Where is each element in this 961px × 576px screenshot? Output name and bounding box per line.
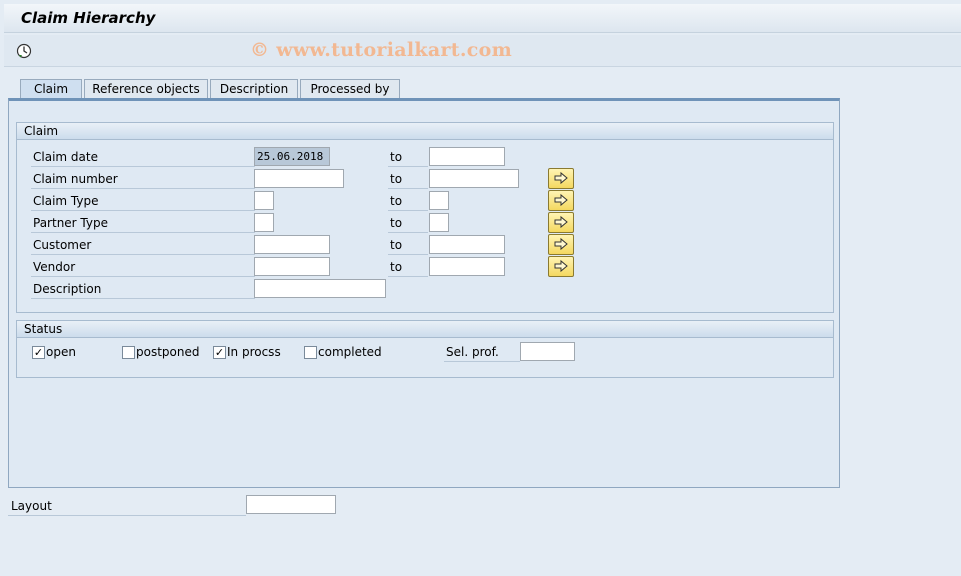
- layout-input[interactable]: [246, 495, 336, 514]
- to-label: to: [388, 257, 428, 277]
- sel-prof-input[interactable]: [520, 342, 575, 361]
- partner-type-from-input[interactable]: [254, 213, 274, 232]
- vendor-to-input[interactable]: [429, 257, 505, 276]
- open-checkbox-label: open: [46, 345, 76, 359]
- group-title: Status: [17, 321, 833, 338]
- customer-label: Customer: [31, 235, 255, 255]
- to-label: to: [388, 169, 428, 189]
- partner-type-multiple-selection-button[interactable]: [548, 212, 574, 233]
- sel-prof-label: Sel. prof.: [444, 342, 520, 362]
- claim-type-multiple-selection-button[interactable]: [548, 190, 574, 211]
- claim-type-to-input[interactable]: [429, 191, 449, 210]
- postponed-checkbox[interactable]: [122, 346, 135, 359]
- layout-label: Layout: [8, 496, 246, 516]
- claim-date-to-input[interactable]: [429, 147, 505, 166]
- tab-label: Claim: [33, 82, 69, 96]
- arrow-right-icon: [554, 171, 568, 185]
- in-process-checkbox[interactable]: ✓: [213, 346, 226, 359]
- customer-from-input[interactable]: [254, 235, 330, 254]
- tab-reference-objects[interactable]: Reference objects: [84, 79, 208, 99]
- postponed-checkbox-label: postponed: [136, 345, 200, 359]
- arrow-right-icon: [554, 193, 568, 207]
- to-label: to: [388, 147, 428, 167]
- tab-description[interactable]: Description: [210, 79, 298, 99]
- watermark-text: © www.tutorialkart.com: [250, 39, 513, 61]
- arrow-right-icon: [554, 215, 568, 229]
- to-label: to: [388, 191, 428, 211]
- group-title: Claim: [17, 123, 833, 140]
- execute-clock-icon[interactable]: [16, 43, 32, 59]
- partner-type-label: Partner Type: [31, 213, 255, 233]
- claim-type-label: Claim Type: [31, 191, 255, 211]
- vendor-multiple-selection-button[interactable]: [548, 256, 574, 277]
- to-label: to: [388, 235, 428, 255]
- claim-number-label: Claim number: [31, 169, 255, 189]
- partner-type-to-input[interactable]: [429, 213, 449, 232]
- vendor-from-input[interactable]: [254, 257, 330, 276]
- arrow-right-icon: [554, 259, 568, 273]
- description-input[interactable]: [254, 279, 386, 298]
- claim-number-from-input[interactable]: [254, 169, 344, 188]
- title-bar: Claim Hierarchy: [4, 4, 961, 33]
- customer-multiple-selection-button[interactable]: [548, 234, 574, 255]
- customer-to-input[interactable]: [429, 235, 505, 254]
- tab-panel-claim: Claim Claim date 25.06.2018 to Claim num…: [8, 98, 840, 488]
- tab-claim[interactable]: Claim: [20, 79, 82, 99]
- claim-number-to-input[interactable]: [429, 169, 519, 188]
- claim-number-multiple-selection-button[interactable]: [548, 168, 574, 189]
- completed-checkbox[interactable]: [304, 346, 317, 359]
- to-label: to: [388, 213, 428, 233]
- page-title: Claim Hierarchy: [21, 9, 156, 27]
- completed-checkbox-label: completed: [318, 345, 382, 359]
- open-checkbox[interactable]: ✓: [32, 346, 45, 359]
- tab-processed-by[interactable]: Processed by: [300, 79, 400, 99]
- status-group: Status ✓ open postponed ✓ In procss comp…: [16, 320, 834, 378]
- vendor-label: Vendor: [31, 257, 255, 277]
- application-toolbar: © www.tutorialkart.com: [4, 35, 961, 67]
- tab-label: Processed by: [310, 82, 390, 96]
- claim-date-label: Claim date: [31, 147, 255, 167]
- description-label: Description: [31, 279, 255, 299]
- claim-group: Claim Claim date 25.06.2018 to Claim num…: [16, 122, 834, 313]
- tab-label: Description: [219, 82, 289, 96]
- claim-date-from-input[interactable]: 25.06.2018: [254, 147, 330, 166]
- tab-label: Reference objects: [92, 82, 200, 96]
- in-process-checkbox-label: In procss: [227, 345, 281, 359]
- claim-type-from-input[interactable]: [254, 191, 274, 210]
- arrow-right-icon: [554, 237, 568, 251]
